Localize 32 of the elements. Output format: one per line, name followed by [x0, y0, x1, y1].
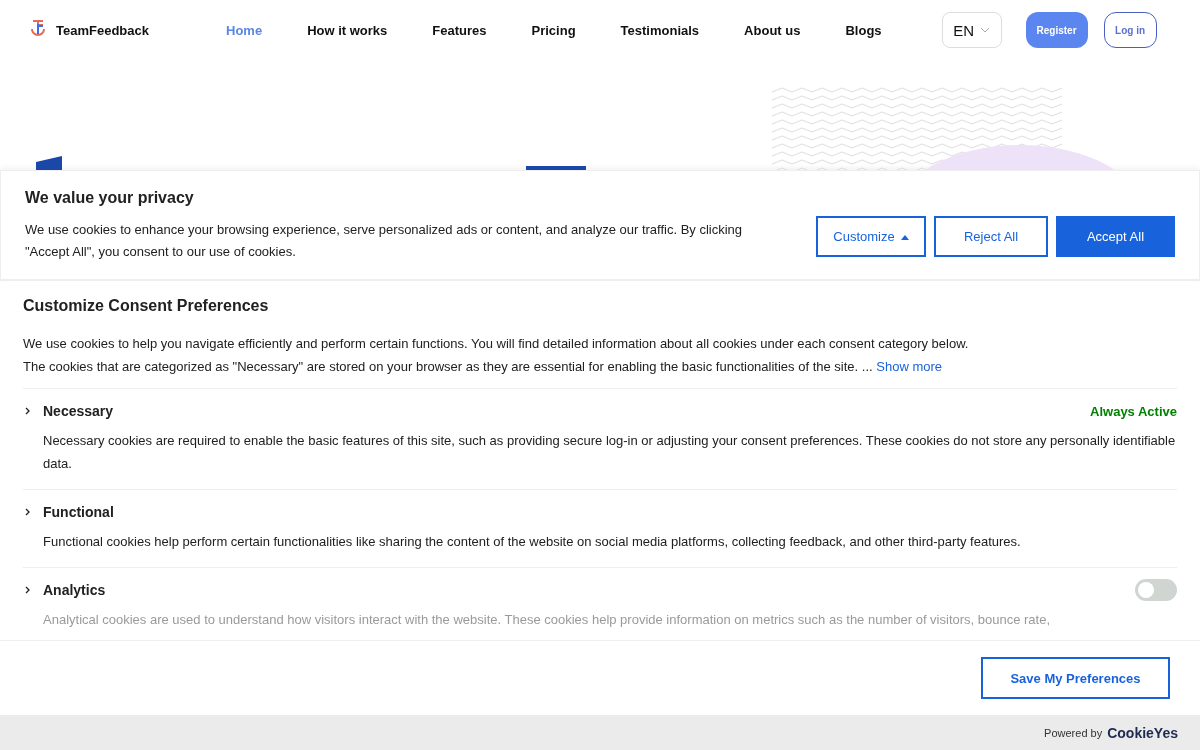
- category-title[interactable]: Necessary: [43, 403, 114, 419]
- preferences-intro: We use cookies to help you navigate efficiently and perform certain functions. You will find detailed information about all cookies under each consent category below.: [23, 335, 970, 353]
- login-button[interactable]: Log in: [1103, 12, 1157, 48]
- nav-link[interactable]: How it works: [307, 22, 388, 38]
- always-active-label: Always Active: [1090, 403, 1177, 419]
- category-description: Necessary cookies are required to enable the basic features of this site, such as providing secure log-in or adjusting your consent preferences. These cookies do not store any personally identifiable data.: [43, 432, 1177, 473]
- caret-icon: [900, 233, 909, 240]
- customize-button[interactable]: Customize: [816, 216, 926, 257]
- save-preferences-button[interactable]: Save My Preferences: [981, 657, 1170, 699]
- nav-link[interactable]: About us: [744, 22, 801, 38]
- banner-text: We use cookies to enhance your browsing experience, serve personalized ads or content, and analyze our traffic. By clicking "Accept All", you consent to our use of cookies.: [25, 221, 744, 261]
- category-title[interactable]: Analytics: [43, 582, 106, 598]
- nav-link[interactable]: Home: [226, 22, 263, 38]
- cookieyes-logo: CookieYes: [1107, 724, 1178, 741]
- preferences-intro: The cookies that are categorized as "Necessary" are stored on your browser as they are essential for enabling the basic functionalities of the site. ... Show more: [23, 358, 943, 376]
- reject-all-button[interactable]: Reject All: [934, 216, 1048, 257]
- brand-name[interactable]: TeamFeedback: [56, 22, 149, 38]
- powered-by-text: Powered by: [1044, 726, 1103, 739]
- category-title[interactable]: Functional: [43, 504, 114, 520]
- toggle-switch[interactable]: [1135, 579, 1177, 601]
- banner-title: We value your privacy: [25, 189, 195, 207]
- nav-link[interactable]: Features: [432, 22, 487, 38]
- nav-link[interactable]: Pricing: [531, 22, 576, 38]
- accept-all-button[interactable]: Accept All: [1056, 216, 1175, 257]
- category-description: Analytical cookies are used to understand how visitors interact with the website. These cookies help provide information on metrics such as the number of visitors, bounce rate,: [43, 611, 1052, 629]
- preferences-title: Customize Consent Preferences: [23, 297, 270, 315]
- nav-link[interactable]: Blogs: [845, 22, 882, 38]
- language-select[interactable]: EN: [941, 12, 1002, 48]
- category-description: Functional cookies help perform certain functionalities like sharing the content of the website on social media platforms, collecting feedback, and other third-party features.: [43, 533, 1022, 551]
- show-more-link[interactable]: Show more: [876, 359, 942, 374]
- chevron-icon: [980, 27, 990, 33]
- nav-link[interactable]: Testimonials: [620, 22, 700, 38]
